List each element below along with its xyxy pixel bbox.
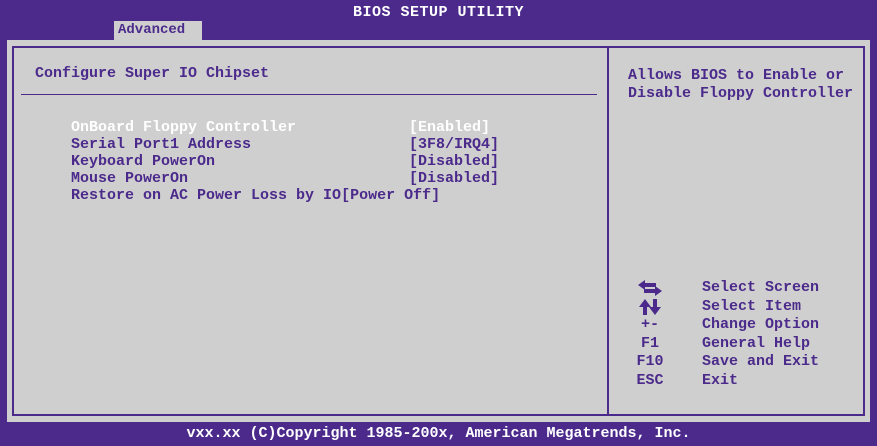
setting-label: Keyboard PowerOn [71,153,216,170]
tab-advanced[interactable]: Advanced [114,21,202,40]
setting-label: Serial Port1 Address [71,136,252,153]
key-description: Select Screen [702,279,820,296]
setting-value[interactable]: [3F8/IRQ4] [409,136,499,153]
key-description: Change Option [702,316,820,333]
app-title: BIOS SETUP UTILITY [352,4,525,21]
divider [21,94,597,95]
key-legend-item: F1 General Help [628,335,868,354]
settings-list: OnBoard Floppy Controller [Enabled] Seria… [35,102,499,204]
key-description: Exit [702,371,739,389]
section-title: Configure Super IO Chipset [35,65,270,82]
key-description: Select Item [702,297,802,315]
setting-value[interactable]: [Disabled] [409,153,499,170]
key-legend-item: +- Change Option [628,316,868,335]
setting-label: OnBoard Floppy Controller [71,119,297,136]
setting-onboard-floppy-controller[interactable]: OnBoard Floppy Controller [Enabled] [35,102,499,136]
setting-value[interactable]: [Disabled] [409,170,499,187]
key-description: Save and Exit [702,353,820,370]
left-right-arrows-icon [628,279,672,297]
key-legend-item: Select Screen [628,279,868,298]
key-legend-item: Select Item [628,298,868,317]
key-label: +- [640,316,659,333]
key-legend-item: ESC Exit [628,372,868,391]
key-legend-item: F10 Save and Exit [628,353,868,372]
key-label: ESC [636,371,664,389]
key-description: General Help [702,334,811,352]
title-bar: BIOS SETUP UTILITY Advanced [0,0,877,40]
key-legend: Select Screen Select Item +- Change Opti… [628,279,868,390]
up-down-arrows-icon [628,298,672,316]
copyright-footer: vxx.xx (C)Copyright 1985-200x, American … [186,425,691,442]
setting-value[interactable]: [Power Off] [341,187,440,204]
setting-label: Restore on AC Power Loss by IO [71,187,342,204]
help-text: Allows BIOS to Enable or Disable Floppy … [628,67,854,102]
key-label: F10 [636,353,664,370]
key-label: F1 [640,334,659,352]
setting-value[interactable]: [Enabled] [409,119,490,136]
setting-label: Mouse PowerOn [71,170,189,187]
